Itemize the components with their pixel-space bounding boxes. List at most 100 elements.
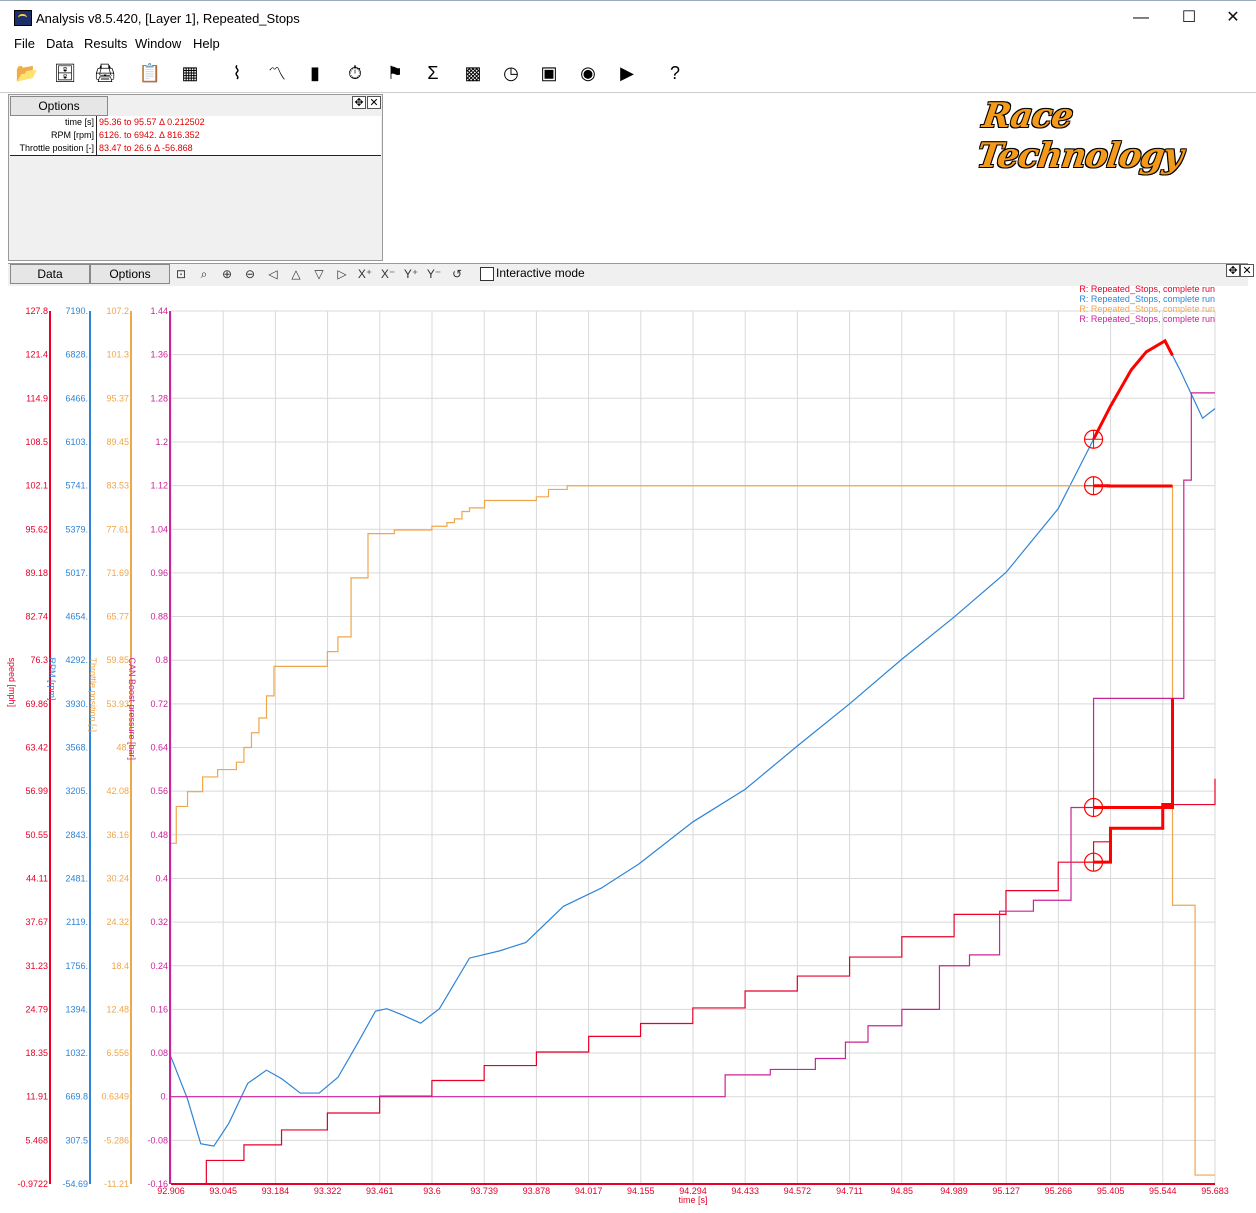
y-axis-label: RPM [rpm] xyxy=(47,658,57,701)
checkered-flag-icon[interactable]: ⚑ xyxy=(380,58,410,88)
pan-down-icon[interactable]: ▽ xyxy=(310,266,328,282)
graph-close-icon[interactable]: ✕ xyxy=(1240,264,1254,277)
menu-window[interactable]: Window xyxy=(135,36,181,51)
zoom-box-icon[interactable]: ⊡ xyxy=(172,266,190,282)
legend-entry: R: Repeated_Stops, complete run xyxy=(1079,314,1215,324)
y-tick-label: 108.5 xyxy=(25,437,48,447)
y-tick-label: 1.2 xyxy=(155,437,168,447)
menu-results[interactable]: Results xyxy=(84,36,127,51)
y-tick-label: 5741. xyxy=(65,481,88,491)
x-tick-label: 94.017 xyxy=(575,1186,603,1196)
y-tick-label: 59.85 xyxy=(106,655,129,665)
y-tick-label: 0.8 xyxy=(155,655,168,665)
y-tick-label: 0.16 xyxy=(150,1004,168,1014)
line-graph-icon[interactable]: 〽 xyxy=(262,58,292,88)
reset-zoom-icon[interactable]: ↺ xyxy=(448,266,466,282)
info-row-throttle: Throttle position [-] 83.47 to 26.6 Δ -5… xyxy=(10,142,381,156)
menu-file[interactable]: File xyxy=(14,36,35,51)
x-tick-label: 93.322 xyxy=(314,1186,342,1196)
x-tick-label: 95.544 xyxy=(1149,1186,1177,1196)
menu-bar xyxy=(0,34,1256,54)
x-zoom-in-icon[interactable]: X⁺ xyxy=(356,266,374,282)
y-tick-label: 69.86 xyxy=(25,699,48,709)
graph-toolbar xyxy=(8,263,1248,286)
y-tick-label: 0.32 xyxy=(150,917,168,927)
options-tab[interactable]: Options xyxy=(10,96,108,116)
x-tick-label: 93.184 xyxy=(262,1186,290,1196)
y-tick-label: 31.23 xyxy=(25,961,48,971)
y-zoom-out-icon[interactable]: Y⁻ xyxy=(425,266,443,282)
y-tick-label: 63.42 xyxy=(25,743,48,753)
pan-right-icon[interactable]: ▷ xyxy=(333,266,351,282)
open-folder-icon[interactable]: 📂 xyxy=(12,58,42,88)
gauge-icon[interactable]: ◉ xyxy=(573,58,603,88)
y-tick-label: 121.4 xyxy=(25,350,48,360)
info-label: RPM [rpm] xyxy=(50,130,94,140)
x-tick-label: 94.85 xyxy=(891,1186,914,1196)
menu-help[interactable]: Help xyxy=(193,36,220,51)
y-tick-label: 1.36 xyxy=(150,350,168,360)
legend-entry: R: Repeated_Stops, complete run xyxy=(1079,304,1215,314)
x-tick-label: 95.405 xyxy=(1097,1186,1125,1196)
y-tick-label: 53.93 xyxy=(106,699,129,709)
x-tick-label: 93.739 xyxy=(470,1186,498,1196)
legend-entry: R: Repeated_Stops, complete run xyxy=(1079,285,1215,294)
zoom-out-icon[interactable]: ⊖ xyxy=(241,266,259,282)
video-icon[interactable]: ▣ xyxy=(534,58,564,88)
y-tick-label: 24.32 xyxy=(106,917,129,927)
y-tick-label: 65.77 xyxy=(106,612,129,622)
bar-chart-icon[interactable]: ▮ xyxy=(300,58,330,88)
y-tick-label: 101.3 xyxy=(106,350,129,360)
y-axis-label: speed [mph] xyxy=(7,658,17,708)
y-tick-label: -0.08 xyxy=(147,1135,168,1145)
x-zoom-out-icon[interactable]: X⁻ xyxy=(379,266,397,282)
minimize-button[interactable]: — xyxy=(1118,6,1164,30)
x-tick-label: 93.461 xyxy=(366,1186,394,1196)
graph-pin-icon[interactable]: ✥ xyxy=(1226,264,1240,277)
x-axis-label: time [s] xyxy=(678,1195,707,1205)
y-tick-label: 82.74 xyxy=(25,612,48,622)
pan-up-icon[interactable]: △ xyxy=(287,266,305,282)
y-tick-label: 1.12 xyxy=(150,481,168,491)
stopwatch-icon[interactable]: ⏱ xyxy=(340,58,370,88)
time-series-chart[interactable]: 92.906 93.045 93.184 93.322 93.461 93.6 93.739… xyxy=(0,285,1256,1213)
close-panel-icon[interactable]: ✕ xyxy=(367,96,381,109)
y-tick-label: 5017. xyxy=(65,568,88,578)
help-icon[interactable]: ? xyxy=(660,58,690,88)
y-tick-label: 0.48 xyxy=(150,830,168,840)
clipboard-icon[interactable]: 📋 xyxy=(135,58,165,88)
tab-data[interactable]: Data xyxy=(10,264,90,284)
y-tick-label: 56.99 xyxy=(25,786,48,796)
y-tick-label: 30.24 xyxy=(106,873,129,883)
y-tick-label: -0.16 xyxy=(147,1179,168,1189)
track-map-icon[interactable]: ⌇ xyxy=(222,58,252,88)
y-tick-label: 12.48 xyxy=(106,1004,129,1014)
close-button[interactable]: ✕ xyxy=(1210,6,1256,30)
sigma-icon[interactable]: Σ xyxy=(418,58,448,88)
database-icon[interactable]: 🗄 xyxy=(50,58,80,88)
tab-options[interactable]: Options xyxy=(90,264,170,284)
interactive-mode-label: Interactive mode xyxy=(496,266,585,280)
y-tick-label: 127.8 xyxy=(25,306,48,316)
pin-icon[interactable]: ✥ xyxy=(352,96,366,109)
zoom-in-icon[interactable]: ⊕ xyxy=(218,266,236,282)
info-value: 95.36 to 95.57 Δ 0.212502 xyxy=(99,117,205,127)
x-tick-label: 94.433 xyxy=(731,1186,759,1196)
zoom-fit-icon[interactable]: ⌕ xyxy=(195,266,213,282)
y-zoom-in-icon[interactable]: Y⁺ xyxy=(402,266,420,282)
race-technology-logo: Race Technology xyxy=(974,96,1185,176)
excel-export-icon[interactable]: ▦ xyxy=(175,58,205,88)
pan-left-icon[interactable]: ◁ xyxy=(264,266,282,282)
calculator-icon[interactable]: ▩ xyxy=(458,58,488,88)
maximize-button[interactable]: ☐ xyxy=(1166,6,1212,30)
y-tick-label: 3205. xyxy=(65,786,88,796)
info-label: time [s] xyxy=(64,117,94,127)
interactive-mode-checkbox[interactable] xyxy=(480,267,494,281)
graph-clock-icon[interactable]: ◷ xyxy=(496,58,526,88)
printer-icon[interactable]: 🖨 xyxy=(90,58,120,88)
y-tick-label: 89.18 xyxy=(25,568,48,578)
menu-data[interactable]: Data xyxy=(46,36,73,51)
y-tick-label: 95.62 xyxy=(25,524,48,534)
y-tick-label: 76.3 xyxy=(30,655,48,665)
play-icon[interactable]: ▶ xyxy=(612,58,642,88)
